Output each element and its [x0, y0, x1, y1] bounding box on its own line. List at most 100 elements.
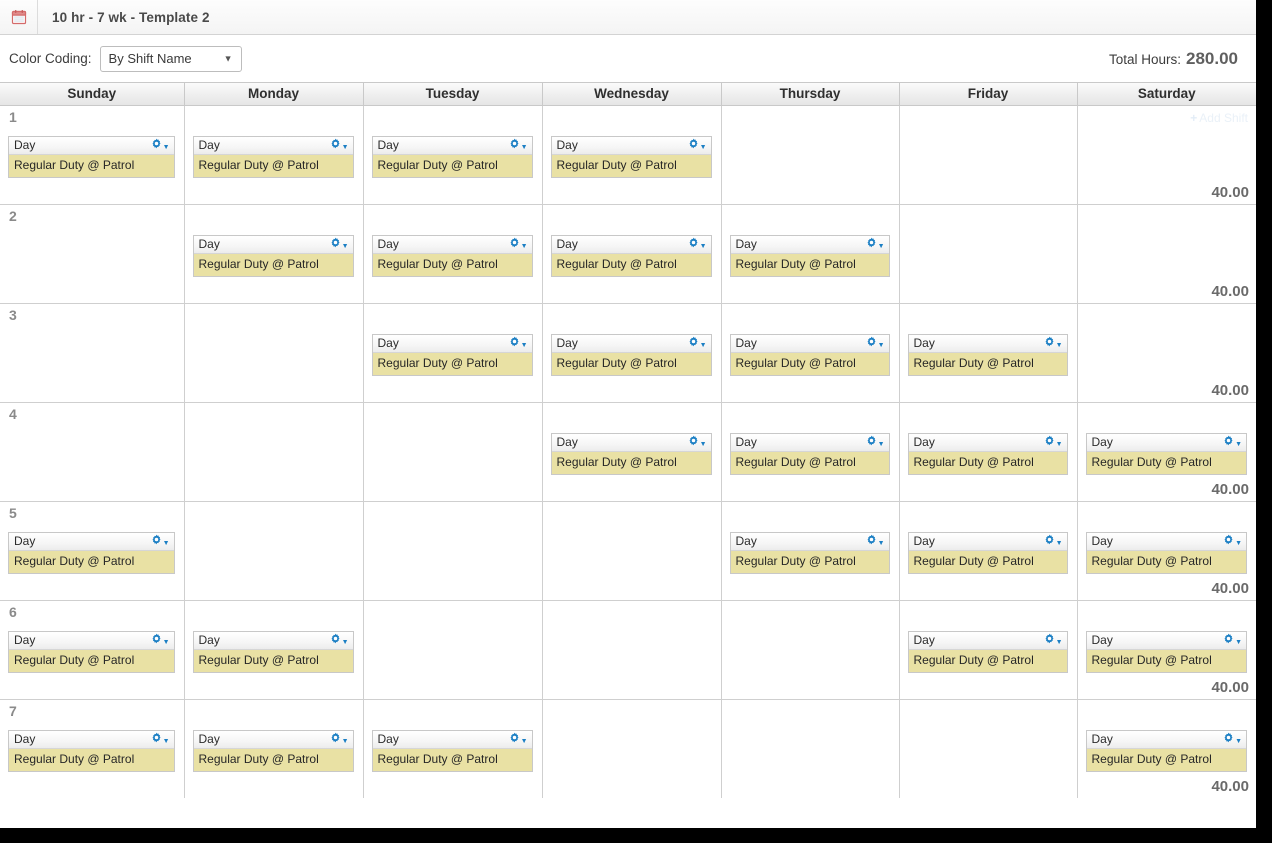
day-cell[interactable] — [542, 600, 722, 700]
day-cell[interactable]: 2 — [0, 204, 185, 304]
shift-menu-button[interactable]: ▼ — [1044, 532, 1063, 550]
shift-menu-button[interactable]: ▼ — [151, 136, 170, 154]
shift-card[interactable]: Day ▼ Regular Duty @ Patrol — [550, 333, 712, 376]
day-cell[interactable]: Day ▼ Regular Duty @ Patrol — [899, 501, 1078, 601]
shift-menu-button[interactable]: ▼ — [866, 433, 885, 451]
shift-card[interactable]: Day ▼ Regular Duty @ Patrol — [371, 234, 533, 277]
day-cell[interactable] — [184, 303, 364, 403]
shift-card[interactable]: Day ▼ Regular Duty @ Patrol — [8, 729, 175, 772]
shift-card[interactable]: Day ▼ Regular Duty @ Patrol — [371, 729, 533, 772]
shift-card[interactable]: Day ▼ Regular Duty @ Patrol — [1085, 531, 1247, 574]
day-cell[interactable] — [899, 204, 1078, 304]
shift-menu-button[interactable]: ▼ — [866, 532, 885, 550]
day-cell[interactable]: Day ▼ Regular Duty @ Patrol — [721, 204, 900, 304]
day-cell[interactable]: 40.00 — [1077, 303, 1256, 403]
day-cell[interactable]: 7 Day ▼ Regular Duty @ Patrol — [0, 699, 185, 798]
day-header-monday[interactable]: Monday — [184, 83, 364, 106]
shift-card[interactable]: Day ▼ Regular Duty @ Patrol — [729, 531, 890, 574]
day-cell[interactable]: Day ▼ Regular Duty @ Patrol 40.00 — [1077, 699, 1256, 798]
shift-menu-button[interactable]: ▼ — [330, 631, 349, 649]
shift-menu-button[interactable]: ▼ — [1223, 532, 1242, 550]
day-header-wednesday[interactable]: Wednesday — [542, 83, 722, 106]
shift-menu-button[interactable]: ▼ — [509, 136, 528, 154]
shift-menu-button[interactable]: ▼ — [151, 631, 170, 649]
day-header-thursday[interactable]: Thursday — [721, 83, 900, 106]
shift-menu-button[interactable]: ▼ — [151, 532, 170, 550]
day-cell[interactable]: 3 — [0, 303, 185, 403]
day-cell[interactable]: Day ▼ Regular Duty @ Patrol — [899, 600, 1078, 700]
shift-menu-button[interactable]: ▼ — [509, 730, 528, 748]
day-cell[interactable]: 5 Day ▼ Regular Duty @ Patrol — [0, 501, 185, 601]
day-cell[interactable]: Day ▼ Regular Duty @ Patrol — [363, 204, 543, 304]
day-cell[interactable]: Day ▼ Regular Duty @ Patrol — [184, 105, 364, 205]
day-cell[interactable]: Day ▼ Regular Duty @ Patrol — [899, 402, 1078, 502]
shift-menu-button[interactable]: ▼ — [1044, 631, 1063, 649]
shift-menu-button[interactable]: ▼ — [1223, 631, 1242, 649]
day-cell[interactable] — [899, 105, 1078, 205]
day-cell[interactable]: Day ▼ Regular Duty @ Patrol — [363, 105, 543, 205]
shift-menu-button[interactable]: ▼ — [509, 235, 528, 253]
day-cell[interactable]: Day ▼ Regular Duty @ Patrol — [363, 303, 543, 403]
shift-card[interactable]: Day ▼ Regular Duty @ Patrol — [550, 135, 712, 178]
shift-menu-button[interactable]: ▼ — [866, 235, 885, 253]
shift-card[interactable]: Day ▼ Regular Duty @ Patrol — [192, 234, 354, 277]
shift-menu-button[interactable]: ▼ — [509, 334, 528, 352]
day-cell[interactable] — [721, 105, 900, 205]
day-cell[interactable]: Day ▼ Regular Duty @ Patrol 40.00 — [1077, 402, 1256, 502]
shift-card[interactable]: Day ▼ Regular Duty @ Patrol — [550, 234, 712, 277]
day-header-friday[interactable]: Friday — [899, 83, 1078, 106]
shift-card[interactable]: Day ▼ Regular Duty @ Patrol — [729, 234, 890, 277]
shift-card[interactable]: Day ▼ Regular Duty @ Patrol — [907, 333, 1068, 376]
day-cell[interactable]: Day ▼ Regular Duty @ Patrol — [721, 501, 900, 601]
shift-menu-button[interactable]: ▼ — [688, 334, 707, 352]
day-cell[interactable]: + Add Shift 40.00 — [1077, 105, 1256, 205]
shift-card[interactable]: Day ▼ Regular Duty @ Patrol — [907, 630, 1068, 673]
day-cell[interactable]: Day ▼ Regular Duty @ Patrol — [542, 204, 722, 304]
shift-card[interactable]: Day ▼ Regular Duty @ Patrol — [371, 333, 533, 376]
shift-card[interactable]: Day ▼ Regular Duty @ Patrol — [192, 135, 354, 178]
shift-card[interactable]: Day ▼ Regular Duty @ Patrol — [192, 729, 354, 772]
shift-menu-button[interactable]: ▼ — [688, 136, 707, 154]
shift-menu-button[interactable]: ▼ — [1044, 334, 1063, 352]
shift-menu-button[interactable]: ▼ — [1223, 730, 1242, 748]
shift-card[interactable]: Day ▼ Regular Duty @ Patrol — [8, 135, 175, 178]
shift-menu-button[interactable]: ▼ — [1044, 433, 1063, 451]
add-shift-button[interactable]: + Add Shift — [1190, 112, 1248, 124]
shift-card[interactable]: Day ▼ Regular Duty @ Patrol — [1085, 432, 1247, 475]
shift-menu-button[interactable]: ▼ — [330, 730, 349, 748]
shift-menu-button[interactable]: ▼ — [151, 730, 170, 748]
shift-menu-button[interactable]: ▼ — [330, 136, 349, 154]
day-cell[interactable] — [363, 501, 543, 601]
day-cell[interactable] — [542, 501, 722, 601]
shift-card[interactable]: Day ▼ Regular Duty @ Patrol — [550, 432, 712, 475]
day-cell[interactable] — [184, 402, 364, 502]
day-cell[interactable]: Day ▼ Regular Duty @ Patrol — [542, 105, 722, 205]
shift-menu-button[interactable]: ▼ — [688, 433, 707, 451]
day-cell[interactable]: Day ▼ Regular Duty @ Patrol — [542, 402, 722, 502]
shift-card[interactable]: Day ▼ Regular Duty @ Patrol — [907, 432, 1068, 475]
day-cell[interactable]: Day ▼ Regular Duty @ Patrol — [363, 699, 543, 798]
shift-card[interactable]: Day ▼ Regular Duty @ Patrol — [1085, 630, 1247, 673]
shift-card[interactable]: Day ▼ Regular Duty @ Patrol — [1085, 729, 1247, 772]
day-cell[interactable]: Day ▼ Regular Duty @ Patrol — [721, 303, 900, 403]
day-header-tuesday[interactable]: Tuesday — [363, 83, 543, 106]
shift-card[interactable]: Day ▼ Regular Duty @ Patrol — [8, 630, 175, 673]
day-cell[interactable] — [184, 501, 364, 601]
day-cell[interactable] — [721, 600, 900, 700]
day-cell[interactable]: Day ▼ Regular Duty @ Patrol — [542, 303, 722, 403]
day-cell[interactable]: Day ▼ Regular Duty @ Patrol 40.00 — [1077, 501, 1256, 601]
day-cell[interactable] — [363, 600, 543, 700]
shift-card[interactable]: Day ▼ Regular Duty @ Patrol — [8, 531, 175, 574]
shift-card[interactable]: Day ▼ Regular Duty @ Patrol — [192, 630, 354, 673]
day-cell[interactable] — [363, 402, 543, 502]
shift-menu-button[interactable]: ▼ — [866, 334, 885, 352]
day-cell[interactable]: 6 Day ▼ Regular Duty @ Patrol — [0, 600, 185, 700]
day-header-sunday[interactable]: Sunday — [0, 83, 185, 106]
shift-card[interactable]: Day ▼ Regular Duty @ Patrol — [371, 135, 533, 178]
day-cell[interactable]: Day ▼ Regular Duty @ Patrol — [184, 600, 364, 700]
day-cell[interactable] — [721, 699, 900, 798]
day-cell[interactable]: 1 Day ▼ Regular Duty @ Patrol — [0, 105, 185, 205]
color-coding-select[interactable]: By Shift Name ▼ — [99, 45, 242, 72]
shift-menu-button[interactable]: ▼ — [330, 235, 349, 253]
day-cell[interactable]: 40.00 — [1077, 204, 1256, 304]
